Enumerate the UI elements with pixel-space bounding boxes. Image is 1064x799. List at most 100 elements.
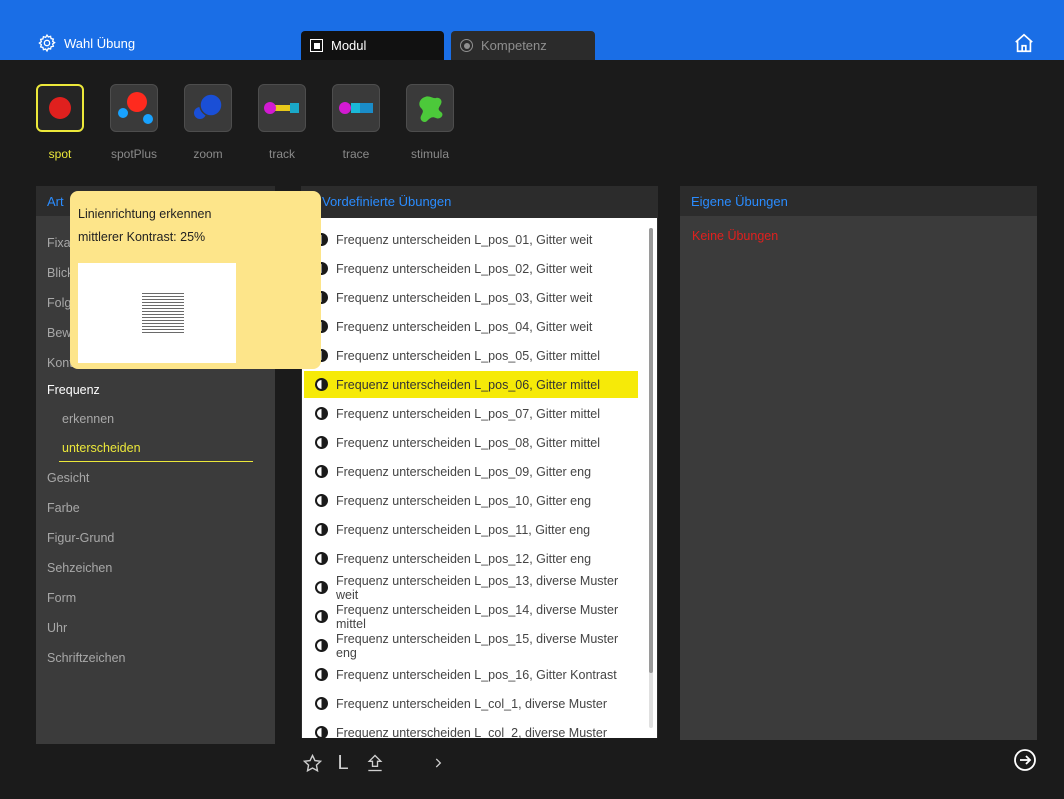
tab-modul[interactable]: Modul [301, 31, 444, 60]
tab-modul-label: Modul [331, 38, 367, 53]
chevron-right-button[interactable] [430, 752, 446, 774]
exercise-label: Frequenz unterscheiden L_col_2, diverse … [336, 725, 607, 739]
chevron-right-icon [435, 758, 442, 768]
category-item-frequenz[interactable]: Frequenz [47, 383, 100, 397]
tooltip-subtitle: mittlerer Kontrast: 25% [78, 230, 206, 244]
exercise-label: Frequenz unterscheiden L_pos_02, Gitter … [336, 261, 593, 276]
module-track-button[interactable] [258, 84, 306, 132]
tooltip-title: Linienrichtung erkennen [78, 207, 212, 221]
trace-icon [339, 102, 373, 114]
exercise-label: Frequenz unterscheiden L_pos_14, diverse… [336, 602, 619, 631]
top-bar: Wahl Übung Modul Kompetenz [0, 0, 1064, 60]
half-circle-icon [315, 726, 328, 738]
half-circle-icon [315, 494, 328, 507]
category-item[interactable]: Sehzeichen [47, 561, 112, 575]
upload-icon [367, 754, 383, 772]
spotplus-icon [118, 92, 153, 124]
next-arrow-icon[interactable] [1013, 748, 1037, 772]
stimula-icon [419, 96, 443, 123]
own-exercises-header: Eigene Übungen [680, 186, 1037, 216]
radio-icon [460, 39, 473, 52]
scrollbar-thumb[interactable] [649, 228, 653, 673]
exercise-label: Frequenz unterscheiden L_pos_06, Gitter … [336, 377, 601, 392]
module-label-zoom: zoom [193, 147, 223, 161]
half-circle-icon [315, 465, 328, 478]
home-icon[interactable] [1013, 32, 1035, 54]
category-item[interactable]: Form [47, 591, 76, 605]
l-button[interactable]: L [335, 752, 351, 774]
module-spotplus-button[interactable] [110, 84, 158, 132]
tooltip-preview-image [78, 263, 236, 363]
favorite-button[interactable] [301, 752, 323, 774]
track-icon [264, 102, 299, 114]
scrollbar[interactable] [649, 228, 653, 728]
exercise-item[interactable]: Frequenz unterscheiden L_pos_10, Gitter … [304, 487, 638, 514]
wahl-uebung-label: Wahl Übung [64, 35, 136, 51]
wahl-uebung-button[interactable]: Wahl Übung [37, 33, 135, 53]
half-circle-icon [315, 378, 328, 391]
half-circle-icon [315, 407, 328, 420]
module-label-spot: spot [48, 147, 72, 161]
exercise-label: Frequenz unterscheiden L_pos_09, Gitter … [336, 464, 592, 479]
zoom-icon [194, 93, 223, 119]
exercise-label: Frequenz unterscheiden L_pos_16, Gitter … [336, 667, 617, 682]
subcategory-erkennen[interactable]: erkennen [62, 412, 114, 426]
exercise-item[interactable]: Frequenz unterscheiden L_pos_03, Gitter … [304, 284, 638, 311]
tab-kompetenz[interactable]: Kompetenz [451, 31, 595, 60]
exercise-item[interactable]: Frequenz unterscheiden L_pos_13, diverse… [304, 573, 638, 602]
subcategory-underline [59, 461, 253, 462]
exercise-label: Frequenz unterscheiden L_col_1, diverse … [336, 696, 607, 711]
module-spot-button[interactable] [36, 84, 84, 132]
half-circle-icon [315, 697, 328, 710]
exercise-item[interactable]: Frequenz unterscheiden L_pos_08, Gitter … [304, 429, 638, 456]
module-label-stimula: stimula [410, 147, 449, 161]
spot-icon [49, 97, 71, 119]
exercise-item[interactable]: Frequenz unterscheiden L_pos_14, diverse… [304, 602, 638, 631]
exercise-label: Frequenz unterscheiden L_pos_15, diverse… [336, 631, 619, 660]
predefined-exercises-header: Vordefinierte Übungen [301, 186, 658, 216]
exercise-item[interactable]: Frequenz unterscheiden L_col_2, diverse … [304, 719, 638, 738]
module-label-spotplus: spotPlus [110, 147, 158, 161]
exercise-label: Frequenz unterscheiden L_pos_08, Gitter … [336, 435, 601, 450]
exercise-label: Frequenz unterscheiden L_pos_05, Gitter … [336, 348, 601, 363]
exercise-label: Frequenz unterscheiden L_pos_10, Gitter … [336, 493, 592, 508]
module-trace-button[interactable] [332, 84, 380, 132]
half-circle-icon [315, 552, 328, 565]
module-zoom-button[interactable] [184, 84, 232, 132]
category-item[interactable]: Figur-Grund [47, 531, 114, 545]
exercise-item[interactable]: Frequenz unterscheiden L_col_1, diverse … [304, 690, 638, 717]
exercise-item[interactable]: Frequenz unterscheiden L_pos_11, Gitter … [304, 516, 638, 543]
own-exercises-panel: Eigene Übungen Keine Übungen [680, 186, 1037, 740]
exercise-item[interactable]: Frequenz unterscheiden L_pos_04, Gitter … [304, 313, 638, 340]
half-circle-icon [315, 523, 328, 536]
exercise-label: Frequenz unterscheiden L_pos_04, Gitter … [336, 319, 593, 334]
category-item[interactable]: Farbe [47, 501, 80, 515]
category-item[interactable]: Uhr [47, 621, 67, 635]
exercise-label: Frequenz unterscheiden L_pos_12, Gitter … [336, 551, 592, 566]
category-item[interactable]: Schriftzeichen [47, 651, 126, 665]
exercise-label: Frequenz unterscheiden L_pos_13, diverse… [336, 573, 619, 602]
upload-button[interactable] [364, 752, 386, 774]
exercise-item[interactable]: Frequenz unterscheiden L_pos_05, Gitter … [304, 342, 638, 369]
half-circle-icon [315, 581, 328, 594]
gear-icon [38, 33, 56, 53]
subcategory-unterscheiden[interactable]: unterscheiden [62, 441, 141, 455]
module-label-trace: trace [342, 147, 370, 161]
module-stimula-button[interactable] [406, 84, 454, 132]
exercise-item[interactable]: Frequenz unterscheiden L_pos_07, Gitter … [304, 400, 638, 427]
exercise-item[interactable]: Frequenz unterscheiden L_pos_06, Gitter … [304, 371, 638, 398]
exercise-item[interactable]: Frequenz unterscheiden L_pos_02, Gitter … [304, 255, 638, 282]
exercise-label: Frequenz unterscheiden L_pos_07, Gitter … [336, 406, 601, 421]
exercise-label: Frequenz unterscheiden L_pos_01, Gitter … [336, 232, 593, 247]
exercise-item[interactable]: Frequenz unterscheiden L_pos_16, Gitter … [304, 661, 638, 688]
category-item[interactable]: Gesicht [47, 471, 89, 485]
exercise-item[interactable]: Frequenz unterscheiden L_pos_01, Gitter … [304, 226, 638, 253]
exercise-item[interactable]: Frequenz unterscheiden L_pos_12, Gitter … [304, 545, 638, 572]
exercise-list[interactable]: Frequenz unterscheiden L_pos_01, Gitter … [302, 218, 657, 738]
exercise-item[interactable]: Frequenz unterscheiden L_pos_09, Gitter … [304, 458, 638, 485]
exercise-item[interactable]: Frequenz unterscheiden L_pos_15, diverse… [304, 631, 638, 660]
tab-kompetenz-label: Kompetenz [481, 38, 547, 53]
half-circle-icon [315, 668, 328, 681]
exercise-label: Frequenz unterscheiden L_pos_11, Gitter … [336, 522, 591, 537]
half-circle-icon [315, 639, 328, 652]
